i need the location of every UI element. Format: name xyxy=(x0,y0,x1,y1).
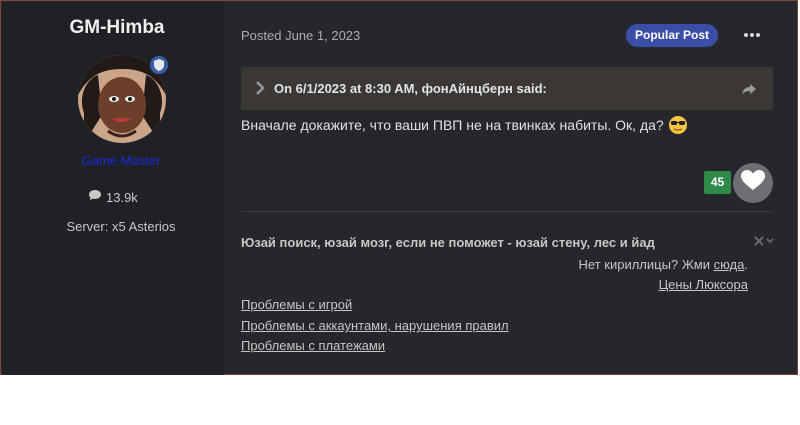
more-icon[interactable] xyxy=(743,27,761,43)
popular-post-badge[interactable]: Popular Post xyxy=(626,24,718,47)
post-count-value: 13.9k xyxy=(106,189,138,205)
close-icon[interactable] xyxy=(753,234,775,252)
cyrillic-note-period: . xyxy=(744,257,748,272)
link-game-problems[interactable]: Проблемы с игрой xyxy=(241,297,352,312)
signature-title: Юзай поиск, юзай мозг, если не поможет -… xyxy=(241,235,655,250)
post-content: Вначале докажите, что ваши ПВП не на тви… xyxy=(241,115,688,135)
share-icon[interactable] xyxy=(741,82,757,101)
heart-icon xyxy=(740,169,766,198)
staff-badge-icon xyxy=(148,54,170,76)
luxor-prices-link[interactable]: Цены Люксора xyxy=(659,277,748,292)
signature-divider xyxy=(241,211,773,212)
cyrillic-link[interactable]: сюда xyxy=(714,257,745,272)
cyrillic-note-text: Нет кириллицы? Жми xyxy=(578,257,714,272)
sunglasses-emoji xyxy=(668,115,688,135)
author-server: Server: x5 Asterios xyxy=(66,219,176,234)
comment-icon xyxy=(88,189,102,205)
signature-cyrillic-note: Нет кириллицы? Жми сюда. xyxy=(579,257,748,272)
post-date[interactable]: Posted June 1, 2023 xyxy=(241,28,360,43)
post-count: 13.9k xyxy=(88,189,138,205)
like-button[interactable] xyxy=(733,163,773,203)
post-container: GM-Himba Game Master 13.9k Server: x5 As… xyxy=(0,0,798,375)
link-payment-problems[interactable]: Проблемы с платежами xyxy=(241,338,385,353)
author-role: Game Master xyxy=(81,153,161,168)
chevron-right-icon[interactable] xyxy=(255,81,265,100)
post-text: Вначале докажите, что ваши ПВП не на тви… xyxy=(241,117,664,133)
reputation-count[interactable]: 45 xyxy=(704,171,731,194)
link-account-problems[interactable]: Проблемы с аккаунтами, нарушения правил xyxy=(241,318,509,333)
author-name[interactable]: GM-Himba xyxy=(1,17,233,39)
quote-header[interactable]: On 6/1/2023 at 8:30 AM, фонАйнцберн said… xyxy=(241,67,773,110)
quote-citation: On 6/1/2023 at 8:30 AM, фонАйнцберн said… xyxy=(274,81,547,96)
